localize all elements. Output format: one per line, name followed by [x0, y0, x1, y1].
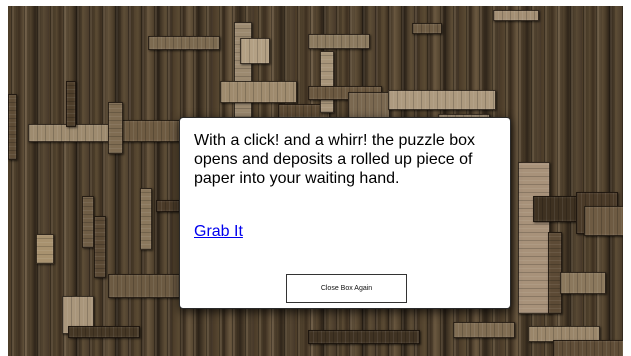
- wood-plank: [8, 94, 17, 160]
- wood-plank: [388, 90, 496, 110]
- wood-plank: [348, 92, 390, 119]
- wood-plank: [553, 340, 623, 356]
- wood-plank: [108, 102, 123, 154]
- wood-plank: [68, 326, 140, 338]
- close-box-button[interactable]: Close Box Again: [286, 274, 407, 303]
- wood-plank: [560, 272, 606, 294]
- wood-plank: [66, 81, 76, 127]
- wood-plank: [120, 120, 184, 142]
- wood-plank: [453, 322, 515, 338]
- message-dialog: With a click! and a whirr! the puzzle bo…: [179, 117, 511, 309]
- wood-plank: [108, 274, 185, 298]
- wood-plank: [82, 196, 94, 248]
- wood-plank: [140, 188, 152, 250]
- dialog-message: With a click! and a whirr! the puzzle bo…: [194, 132, 476, 187]
- wood-plank: [518, 162, 550, 314]
- wood-plank: [94, 216, 106, 278]
- wood-plank: [493, 10, 539, 21]
- wood-plank: [240, 38, 270, 64]
- wood-plank: [36, 234, 54, 264]
- wood-plank: [412, 23, 442, 34]
- wood-plank: [308, 330, 420, 344]
- grab-it-link[interactable]: Grab It: [194, 222, 243, 241]
- wood-plank: [320, 51, 334, 113]
- wood-plank: [148, 36, 220, 50]
- wood-plank: [584, 206, 623, 236]
- wood-plank: [533, 196, 580, 222]
- wood-plank: [308, 34, 370, 49]
- wood-plank: [220, 81, 297, 103]
